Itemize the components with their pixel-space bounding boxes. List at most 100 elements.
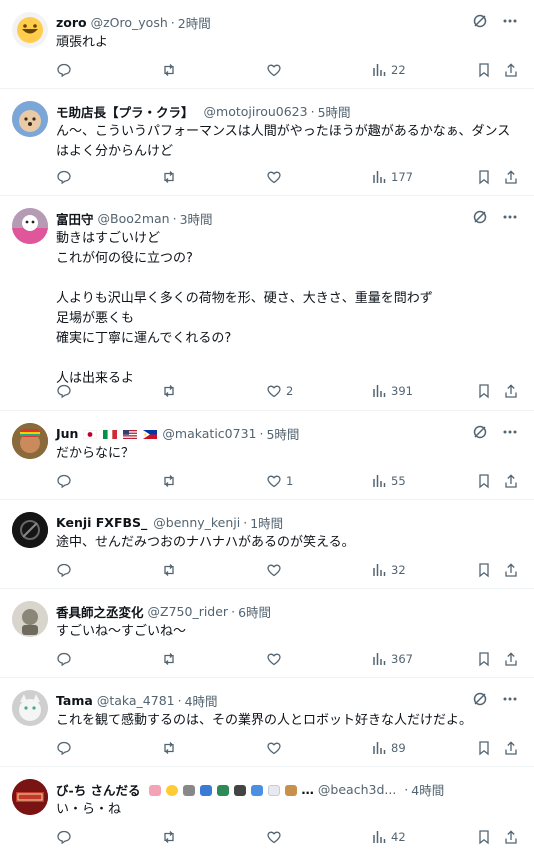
user-handle[interactable]: @taka_4781 xyxy=(97,693,175,708)
tweet-actions: 2 391 xyxy=(56,383,518,401)
user-name[interactable]: Kenji FXFBS_ xyxy=(56,515,147,530)
timestamp[interactable]: 5時間 xyxy=(318,102,351,121)
user-handle[interactable]: @Z750_rider xyxy=(148,604,229,619)
timestamp[interactable]: 1時間 xyxy=(250,513,283,532)
avatar[interactable] xyxy=(12,601,48,637)
avatar[interactable] xyxy=(12,423,48,459)
reply-tweet[interactable]: Tama @taka_4781 · 4時間 これを観て感動するのは、その業界の人… xyxy=(0,678,534,767)
avatar[interactable] xyxy=(12,690,48,726)
reply-tweet[interactable]: Jun @makatic0731 · 5時間 だからなに？ 1 55 xyxy=(0,411,534,500)
like-button[interactable] xyxy=(266,62,286,78)
bookmark-button[interactable] xyxy=(476,473,492,489)
retweet-button[interactable] xyxy=(161,562,181,578)
user-handle[interactable]: @zOro_yosh xyxy=(91,15,168,30)
bookmark-button[interactable] xyxy=(476,829,492,845)
share-button[interactable] xyxy=(503,829,519,845)
retweet-button[interactable] xyxy=(161,383,181,399)
bookmark-button[interactable] xyxy=(476,169,492,185)
reply-button[interactable] xyxy=(56,473,76,489)
user-name[interactable]: Tama xyxy=(56,693,93,708)
bookmark-button[interactable] xyxy=(476,651,492,667)
views-button[interactable]: 391 xyxy=(371,383,413,399)
like-button[interactable]: 2 xyxy=(266,383,293,399)
retweet-button[interactable] xyxy=(161,169,181,185)
reply-button[interactable] xyxy=(56,651,76,667)
share-button[interactable] xyxy=(503,740,519,756)
like-button[interactable] xyxy=(266,562,286,578)
reply-button[interactable] xyxy=(56,169,76,185)
user-name[interactable]: び-ち さんだる xyxy=(56,780,141,799)
more-options-icon[interactable] xyxy=(502,209,518,225)
share-button[interactable] xyxy=(503,383,519,399)
reply-tweet[interactable]: モ助店長【プラ・クラ】 @motojirou0623 · 5時間 ん〜、こういう… xyxy=(0,89,534,196)
avatar[interactable] xyxy=(12,208,48,244)
grok-icon[interactable] xyxy=(472,691,488,707)
views-button[interactable]: 22 xyxy=(371,62,406,78)
retweet-button[interactable] xyxy=(161,62,181,78)
user-name[interactable]: 香具師之丞変化 xyxy=(56,602,144,621)
bookmark-button[interactable] xyxy=(476,62,492,78)
timestamp[interactable]: 2時間 xyxy=(178,13,211,32)
timestamp[interactable]: 4時間 xyxy=(185,691,218,710)
user-name[interactable]: 富田守 xyxy=(56,209,94,228)
avatar[interactable] xyxy=(12,12,48,48)
avatar[interactable] xyxy=(12,779,48,815)
timestamp[interactable]: 3時間 xyxy=(180,209,213,228)
user-handle[interactable]: @Boo2man xyxy=(98,211,170,226)
retweet-button[interactable] xyxy=(161,473,181,489)
user-handle[interactable]: @makatic0731 xyxy=(162,426,256,441)
reply-tweet[interactable]: Kenji FXFBS_ @benny_kenji · 1時間 途中、せんだみつ… xyxy=(0,500,534,589)
views-button[interactable]: 55 xyxy=(371,473,406,489)
like-button[interactable] xyxy=(266,740,286,756)
views-button[interactable]: 177 xyxy=(371,169,413,185)
grok-icon[interactable] xyxy=(472,424,488,440)
reply-button[interactable] xyxy=(56,62,76,78)
reply-button[interactable] xyxy=(56,740,76,756)
reply-tweet[interactable]: び-ち さんだる … @beach3d... · 4時間 い・ら・ね 42 xyxy=(0,767,534,858)
reply-tweet[interactable]: 富田守 @Boo2man · 3時間 動きはすごいけど これが何の役に立つの? … xyxy=(0,196,534,411)
user-name[interactable]: モ助店長【プラ・クラ】 xyxy=(56,102,194,121)
user-handle[interactable]: @beach3d... xyxy=(318,782,396,797)
like-button[interactable] xyxy=(266,169,286,185)
views-button[interactable]: 367 xyxy=(371,651,413,667)
reply-button[interactable] xyxy=(56,829,76,845)
more-options-icon[interactable] xyxy=(502,691,518,707)
grok-icon[interactable] xyxy=(472,209,488,225)
bookmark-button[interactable] xyxy=(476,383,492,399)
views-icon xyxy=(373,385,386,397)
more-options-icon[interactable] xyxy=(502,13,518,29)
share-button[interactable] xyxy=(503,62,519,78)
grok-icon[interactable] xyxy=(472,13,488,29)
bookmark-button[interactable] xyxy=(476,740,492,756)
user-name[interactable]: zoro xyxy=(56,15,87,30)
share-button[interactable] xyxy=(503,562,519,578)
avatar[interactable] xyxy=(12,512,48,548)
reply-tweet[interactable]: zoro @zOro_yosh · 2時間 頑張れよ 22 xyxy=(0,0,534,89)
reply-button[interactable] xyxy=(56,562,76,578)
reply-icon xyxy=(57,170,71,185)
user-handle[interactable]: @motojirou0623 xyxy=(204,104,308,119)
avatar[interactable] xyxy=(12,101,48,137)
retweet-button[interactable] xyxy=(161,740,181,756)
views-button[interactable]: 89 xyxy=(371,740,406,756)
reply-button[interactable] xyxy=(56,383,76,399)
user-name[interactable]: Jun xyxy=(56,426,78,441)
retweet-button[interactable] xyxy=(161,651,181,667)
timestamp[interactable]: 4時間 xyxy=(411,780,444,799)
user-handle[interactable]: @benny_kenji xyxy=(153,515,240,530)
share-button[interactable] xyxy=(503,473,519,489)
views-button[interactable]: 32 xyxy=(371,562,406,578)
views-button[interactable]: 42 xyxy=(371,829,406,845)
more-options-icon[interactable] xyxy=(502,424,518,440)
like-button[interactable] xyxy=(266,651,286,667)
timestamp[interactable]: 6時間 xyxy=(238,602,271,621)
bookmark-button[interactable] xyxy=(476,562,492,578)
reply-tweet[interactable]: 香具師之丞変化 @Z750_rider · 6時間 すごいね〜すごいね〜 367 xyxy=(0,589,534,678)
share-button[interactable] xyxy=(503,169,519,185)
share-icon xyxy=(505,741,517,755)
like-button[interactable] xyxy=(266,829,286,845)
like-button[interactable]: 1 xyxy=(266,473,293,489)
timestamp[interactable]: 5時間 xyxy=(266,424,299,443)
retweet-button[interactable] xyxy=(161,829,181,845)
share-button[interactable] xyxy=(503,651,519,667)
